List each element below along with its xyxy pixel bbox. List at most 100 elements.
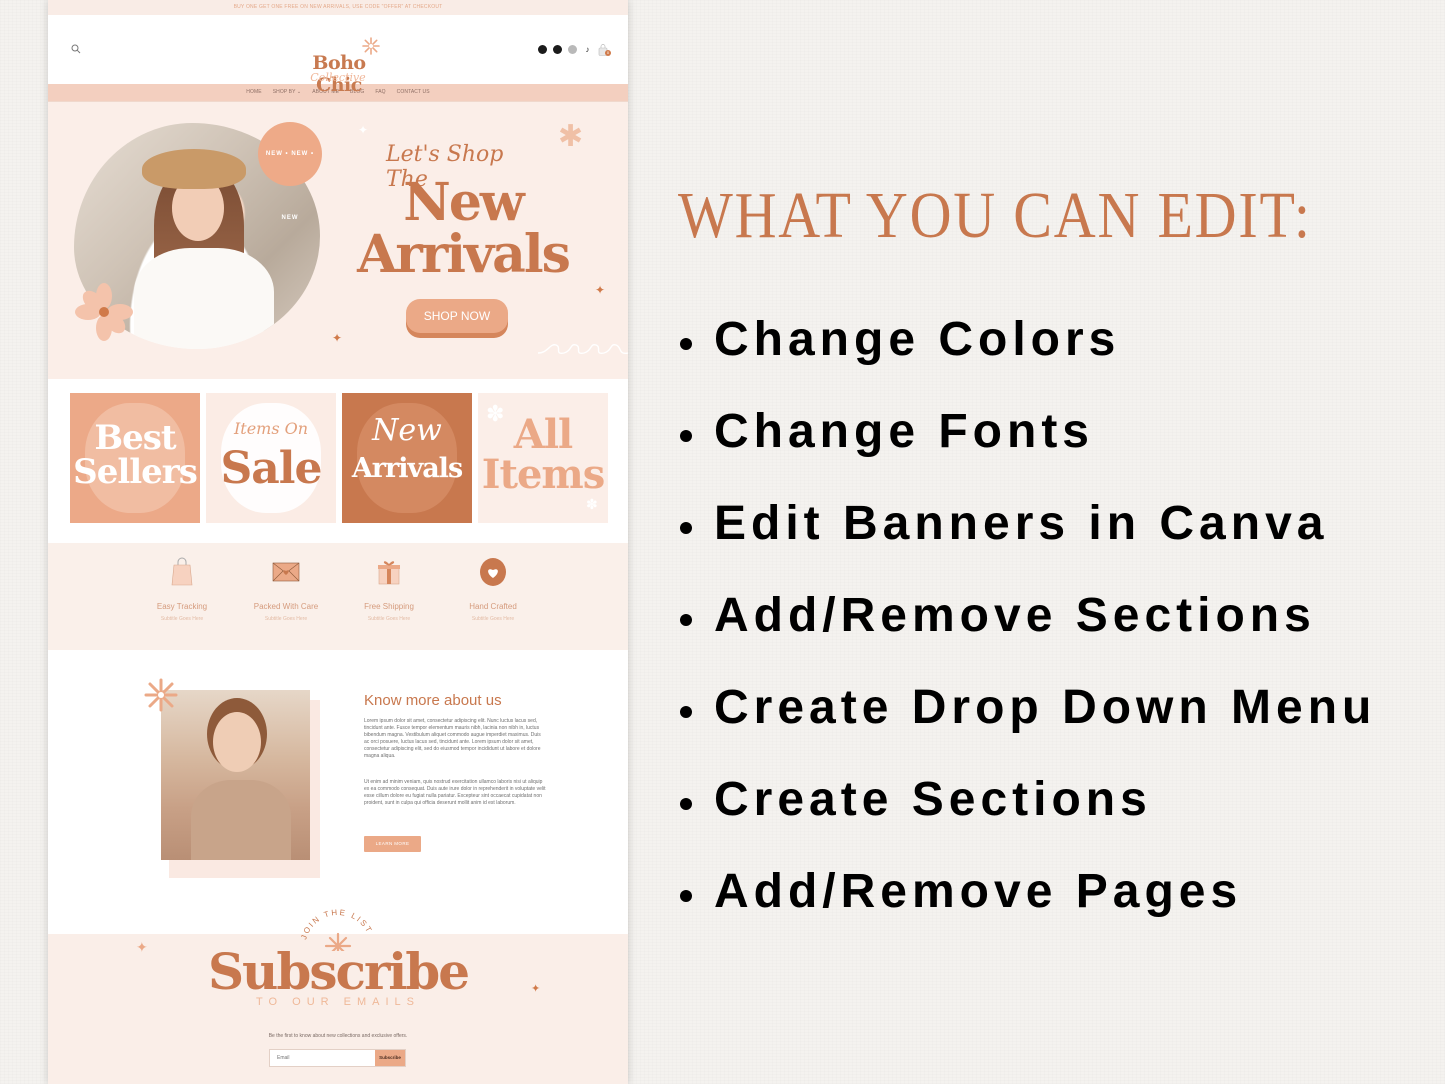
bullet-icon — [680, 706, 692, 718]
hero-title-line1: New — [403, 172, 524, 233]
feature-easy-tracking: Easy Tracking Subtitle Goes Here — [132, 557, 232, 622]
brand-tagline: Collective — [310, 71, 366, 84]
list-item-text: Create Sections — [714, 773, 1152, 826]
search-icon[interactable] — [71, 44, 81, 54]
list-item-text: Change Fonts — [714, 405, 1094, 458]
cart-count-badge: 0 — [605, 50, 611, 56]
new-badge-text: NEW • NEW • NEW — [265, 151, 315, 221]
photo-face — [213, 712, 261, 772]
hero-banner[interactable]: NEW • NEW • NEW Let's Shop The New Arriv… — [48, 101, 628, 379]
feature-subtitle: Subtitle Goes Here — [160, 616, 204, 622]
list-item: Create Drop Down Menu — [678, 680, 1376, 772]
new-badge: NEW • NEW • NEW — [258, 122, 322, 221]
subscribe-section: JOIN THE LIST ✦ ✦ Subscribe TO OUR EMAIL… — [48, 908, 628, 1084]
sparkle-icon: ✦ — [358, 123, 369, 137]
feature-title: Packed With Care — [253, 602, 319, 611]
tile-new-arrivals[interactable]: New Arrivals — [342, 393, 472, 523]
heart-icon — [480, 558, 506, 586]
header-icons: ♪ 0 — [538, 43, 611, 56]
photo-hat — [142, 149, 246, 189]
svg-text:JOIN THE LIST: JOIN THE LIST — [299, 908, 374, 941]
tile-script-label: New — [372, 413, 442, 448]
squiggle-line-icon — [538, 343, 628, 355]
sparkle-icon: ✦ — [332, 331, 343, 345]
feature-subtitle: Subtitle Goes Here — [471, 616, 515, 622]
bullet-icon — [680, 430, 692, 442]
list-item-text: Add/Remove Sections — [714, 589, 1316, 642]
bullet-icon — [680, 338, 692, 350]
tile-label: Arrivals — [351, 453, 463, 484]
tile-items-on-sale[interactable]: Items On Sale — [206, 393, 336, 523]
sparkle-icon: ✦ — [595, 283, 606, 297]
list-item-text: Add/Remove Pages — [714, 865, 1243, 918]
tile-all-items[interactable]: ✽ ✽ All Items — [478, 393, 608, 523]
features-strip: Easy Tracking Subtitle Goes Here Packed … — [48, 543, 628, 650]
list-item: Create Sections — [678, 772, 1376, 864]
list-item-text: Edit Banners in Canva — [714, 497, 1329, 550]
about-paragraph-1: Lorem ipsum dolor sit amet, consectetur … — [364, 718, 541, 759]
asterisk-flower-icon: ✱ — [558, 120, 584, 153]
feature-packed-with-care: Packed With Care Subtitle Goes Here — [236, 557, 336, 622]
subscribe-form: Subscribe — [269, 1049, 406, 1067]
cart-icon[interactable]: 0 — [598, 43, 611, 56]
bullet-icon — [680, 890, 692, 902]
feature-free-shipping: Free Shipping Subtitle Goes Here — [339, 557, 439, 622]
feature-hand-crafted: Hand Crafted Subtitle Goes Here — [443, 557, 543, 622]
list-item: Change Fonts — [678, 404, 1376, 496]
tile-line2: Items — [481, 451, 605, 498]
about-section: Know more about us Lorem ipsum dolor sit… — [48, 650, 628, 934]
shop-now-button[interactable]: SHOP NOW — [406, 299, 508, 333]
hero-title: New Arrivals — [338, 177, 588, 281]
list-item: Edit Banners in Canva — [678, 496, 1376, 588]
shopping-bag-icon — [171, 557, 193, 586]
envelope-heart-icon — [272, 562, 300, 582]
subscribe-button[interactable]: Subscribe — [375, 1050, 405, 1066]
tile-label: All Items — [478, 415, 608, 495]
learn-more-button[interactable]: LEARN MORE — [364, 836, 421, 852]
daisy-flower-icon — [75, 283, 133, 341]
nav-contact-us[interactable]: CONTACT US — [397, 84, 430, 101]
sun-flower-icon — [144, 678, 178, 712]
instagram-icon[interactable] — [568, 44, 577, 54]
panel-title: WHAT YOU CAN EDIT: — [678, 179, 1312, 252]
pinterest-icon[interactable] — [553, 44, 562, 54]
brand-logo[interactable]: Boho Chic Collective — [288, 37, 390, 96]
tile-label: Best Sellers — [70, 421, 200, 489]
tile-line1: All — [513, 411, 573, 458]
tiktok-icon[interactable]: ♪ — [583, 45, 592, 54]
nav-home[interactable]: HOME — [246, 84, 261, 101]
hero-title-line2: Arrivals — [357, 224, 571, 285]
photo-sweater — [134, 248, 274, 349]
photo-body — [191, 780, 291, 860]
tile-script-label: Items On — [233, 419, 309, 438]
subscribe-tagline: TO OUR EMAILS — [256, 996, 420, 1008]
gift-icon — [378, 561, 400, 585]
about-paragraph-2: Ut enim ad minim veniam, quis nostrud ex… — [364, 779, 546, 806]
feature-title: Free Shipping — [364, 602, 414, 611]
site-header: Boho Chic Collective ♪ 0 — [48, 15, 628, 96]
feature-subtitle: Subtitle Goes Here — [264, 616, 308, 622]
subscribe-title: Subscribe — [207, 942, 470, 1001]
feature-title: Hand Crafted — [469, 602, 517, 611]
feature-title: Easy Tracking — [156, 602, 208, 611]
tile-line2: Sellers — [73, 452, 198, 492]
promo-bar: BUY ONE GET ONE FREE ON NEW ARRIVALS, US… — [48, 0, 628, 15]
subscribe-note: Be the first to know about new collectio… — [268, 1033, 408, 1039]
daisy-icon: ✽ — [586, 496, 598, 512]
feature-subtitle: Subtitle Goes Here — [367, 616, 411, 622]
bullet-icon — [680, 522, 692, 534]
facebook-icon[interactable] — [538, 44, 547, 54]
list-item: Change Colors — [678, 312, 1376, 404]
arc-text: JOIN THE LIST — [299, 908, 372, 941]
tile-best-sellers[interactable]: Best Sellers — [70, 393, 200, 523]
bullet-icon — [680, 614, 692, 626]
list-item: Add/Remove Pages — [678, 864, 1376, 956]
bullet-icon — [680, 798, 692, 810]
list-item-text: Change Colors — [714, 313, 1121, 366]
category-tiles: Best Sellers Items On Sale New Arrivals … — [48, 379, 628, 543]
about-heading: Know more about us — [364, 692, 502, 709]
list-item-text: Create Drop Down Menu — [714, 681, 1377, 734]
email-input[interactable] — [270, 1050, 375, 1066]
tile-label: Sale — [220, 443, 323, 494]
about-photo — [161, 690, 310, 860]
